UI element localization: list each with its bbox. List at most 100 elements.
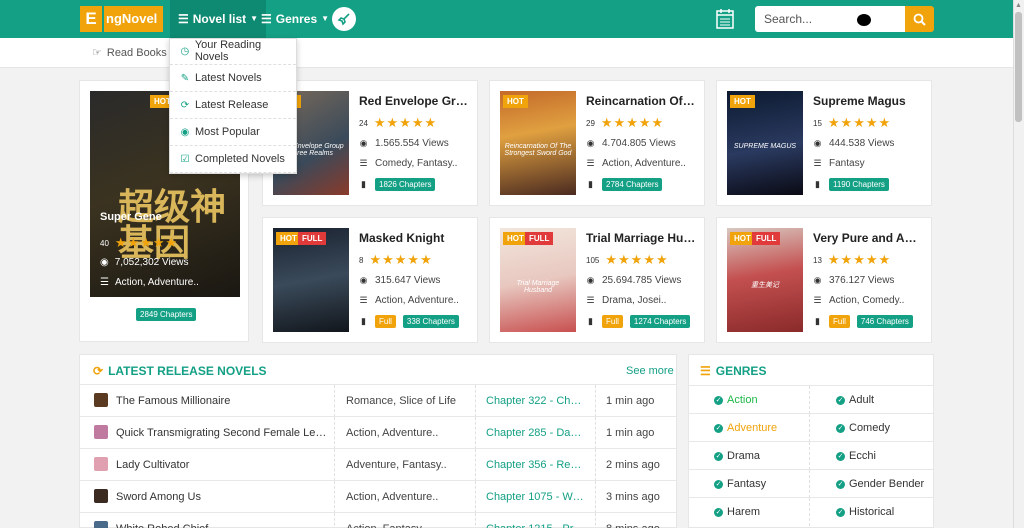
see-more-link[interactable]: See more bbox=[626, 365, 674, 377]
latest-release-row[interactable]: Sword Among Us Action, Adventure.. Chapter… bbox=[80, 480, 676, 513]
divider bbox=[334, 385, 335, 417]
genre-link[interactable]: ✓ Harem bbox=[714, 498, 760, 526]
nav-genres[interactable]: ☰ Genres ▼ bbox=[253, 0, 337, 38]
latest-release-row[interactable]: White Robed Chief Action, Fantasy.. Chapte… bbox=[80, 512, 676, 528]
rating-count: 29 bbox=[586, 118, 595, 128]
release-genres: Action, Adventure.. bbox=[346, 427, 439, 439]
dropdown-item[interactable]: ◉ Most Popular bbox=[170, 119, 296, 146]
genre-link[interactable]: ✓ Ecchi bbox=[836, 442, 876, 470]
release-chapter-link[interactable]: Chapter 322 - Chapt... bbox=[486, 385, 586, 417]
scroll-up-arrow[interactable]: ▲ bbox=[1015, 2, 1022, 9]
rating-count: 105 bbox=[586, 255, 600, 265]
divider bbox=[475, 481, 476, 513]
genre-link[interactable]: ✓ Fantasy bbox=[714, 470, 766, 498]
book-icon: ▮ bbox=[815, 179, 820, 189]
divider bbox=[475, 417, 476, 449]
novel-cover-image[interactable]: Reincarnation Of The Strongest Sword God… bbox=[500, 91, 576, 195]
views-text: 4.704.805 Views bbox=[602, 138, 676, 149]
divider bbox=[334, 513, 335, 528]
hot-badge: HOT bbox=[730, 95, 755, 108]
release-novel-title[interactable]: Sword Among Us bbox=[116, 481, 330, 513]
dropdown-item[interactable]: ⟳ Latest Release bbox=[170, 92, 296, 119]
hand-pointer-icon: ☞ bbox=[92, 47, 102, 59]
book-icon: ▮ bbox=[361, 316, 366, 326]
cover-art-text: SUPREME MAGUS bbox=[733, 143, 797, 150]
novel-rating: 24 ★★★★★ bbox=[359, 115, 437, 131]
eye-icon: ◉ bbox=[813, 275, 822, 285]
genre-label: Ecchi bbox=[849, 450, 876, 462]
genres-heading: ☰ GENRES bbox=[700, 364, 766, 378]
featured-rating: 40 ★★★★★ bbox=[100, 235, 178, 251]
novel-title[interactable]: Trial Marriage Husba... bbox=[586, 231, 698, 245]
star-rating-icon: ★★★★★ bbox=[827, 115, 892, 130]
chapters-badge: 2849 Chapters bbox=[136, 308, 197, 321]
latest-release-row[interactable]: The Famous Millionaire Romance, Slice of … bbox=[80, 384, 676, 417]
novel-title[interactable]: Very Pure and Ambig... bbox=[813, 231, 925, 245]
book-icon: ▮ bbox=[588, 316, 593, 326]
genre-link[interactable]: ✓ Drama bbox=[714, 442, 760, 470]
genres-row: ✓ Adventure ✓ Comedy bbox=[688, 413, 933, 442]
dropdown-item-label: Latest Novels bbox=[195, 72, 262, 84]
star-rating-icon: ★★★★★ bbox=[827, 252, 892, 267]
release-chapter-link[interactable]: Chapter 356 - Rentin... bbox=[486, 449, 586, 481]
release-novel-title[interactable]: Lady Cultivator bbox=[116, 449, 330, 481]
novel-cover-image[interactable]: HOT FULL bbox=[273, 228, 349, 332]
rating-count: 24 bbox=[359, 118, 368, 128]
novel-thumbnail bbox=[94, 489, 108, 503]
novel-cover-image[interactable]: 重生美记 HOT FULL bbox=[727, 228, 803, 332]
genre-link[interactable]: ✓ Adult bbox=[836, 386, 874, 414]
dropdown-item[interactable]: ✎ Latest Novels bbox=[170, 65, 296, 92]
genres-title: GENRES bbox=[715, 364, 767, 378]
genre-link[interactable]: ✓ Historical bbox=[836, 498, 894, 526]
latest-release-row[interactable]: Quick Transmigrating Second Female Lead'… bbox=[80, 416, 676, 449]
genre-link[interactable]: ✓ Action bbox=[714, 386, 758, 414]
genre-link[interactable]: ✓ Adventure bbox=[714, 414, 777, 442]
divider bbox=[475, 449, 476, 481]
release-chapter-link[interactable]: Chapter 1215 - Prep... bbox=[486, 513, 586, 528]
list-icon: ☰ bbox=[261, 12, 272, 26]
check-circle-icon: ✓ bbox=[836, 451, 845, 461]
divider bbox=[334, 449, 335, 481]
release-chapter-link[interactable]: Chapter 1075 - Work... bbox=[486, 481, 586, 513]
list-icon: ☰ bbox=[586, 158, 595, 168]
novel-rating: 29 ★★★★★ bbox=[586, 115, 664, 131]
genres-text: Drama, Josei.. bbox=[602, 295, 667, 306]
eye-icon: ◉ bbox=[359, 138, 368, 148]
site-logo[interactable]: E ngNovel bbox=[80, 6, 164, 32]
novel-genres: ☰ Action, Adventure.. bbox=[359, 295, 459, 306]
novel-cover-image[interactable]: Trial Marriage Husband HOT FULL bbox=[500, 228, 576, 332]
release-novel-title[interactable]: Quick Transmigrating Second Female Lead'… bbox=[116, 417, 330, 449]
rocket-button[interactable] bbox=[332, 7, 356, 31]
genre-link[interactable]: ✓ Gender Bender bbox=[836, 470, 924, 498]
genre-link[interactable]: ✓ Comedy bbox=[836, 414, 890, 442]
nav-novel-list[interactable]: ☰ Novel list ▼ bbox=[170, 0, 267, 38]
dropdown-item[interactable]: ◷ Your Reading Novels bbox=[170, 38, 296, 65]
release-novel-title[interactable]: White Robed Chief bbox=[116, 513, 330, 528]
dropdown-item[interactable]: ☑ Completed Novels bbox=[170, 146, 296, 173]
check-circle-icon: ✓ bbox=[714, 423, 723, 433]
featured-title[interactable]: Super Gene bbox=[100, 211, 162, 223]
refresh-icon: ⟳ bbox=[93, 364, 104, 378]
divider bbox=[475, 385, 476, 417]
latest-release-row[interactable]: Lady Cultivator Adventure, Fantasy.. Chapt… bbox=[80, 448, 676, 481]
novel-title[interactable]: Red Envelope Group ... bbox=[359, 94, 471, 108]
genre-label: Fantasy bbox=[727, 478, 767, 490]
search-button[interactable] bbox=[905, 6, 934, 32]
novel-genres: ☰ Drama, Josei.. bbox=[586, 295, 666, 306]
novel-title[interactable]: Masked Knight bbox=[359, 231, 471, 245]
search-input[interactable]: Search... bbox=[755, 6, 905, 32]
notebook-icon[interactable] bbox=[716, 9, 734, 29]
novel-views: ◉ 315.647 Views bbox=[359, 275, 441, 286]
star-rating-icon: ★★★★★ bbox=[605, 252, 669, 267]
novel-title[interactable]: Reincarnation Of The... bbox=[586, 94, 698, 108]
release-novel-title[interactable]: The Famous Millionaire bbox=[116, 385, 330, 417]
novel-cover-image[interactable]: SUPREME MAGUS HOT bbox=[727, 91, 803, 195]
release-chapter-link[interactable]: Chapter 285 - Daugh... bbox=[486, 417, 586, 449]
latest-release-heading: ⟳ LATEST RELEASE NOVELS bbox=[93, 364, 267, 378]
novel-title[interactable]: Supreme Magus bbox=[813, 94, 925, 108]
release-time: 1 min ago bbox=[606, 395, 655, 407]
breadcrumb: ☞ Read Books O bbox=[92, 46, 178, 60]
release-time: 8 mins ago bbox=[606, 513, 672, 528]
eye-icon: ◉ bbox=[586, 275, 595, 285]
scrollbar-thumb[interactable] bbox=[1015, 12, 1022, 122]
